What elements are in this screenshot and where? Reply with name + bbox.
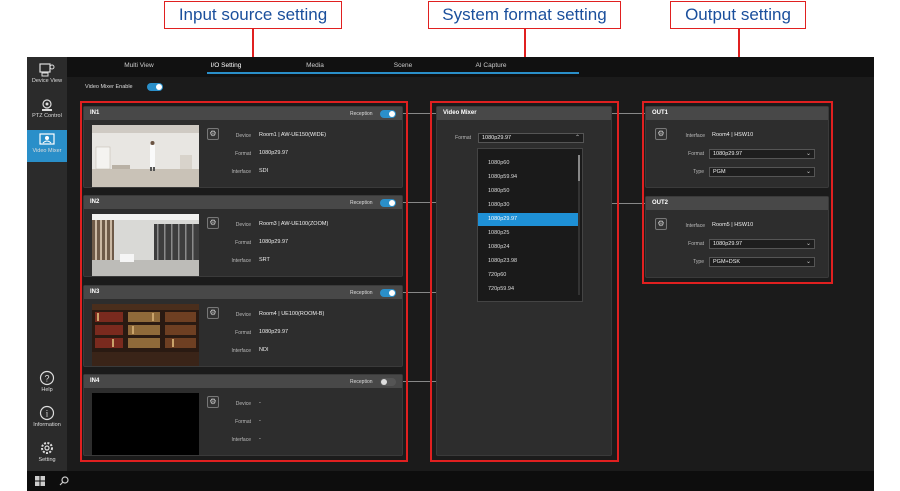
tab-io-setting[interactable]: I/O Setting [186, 62, 266, 69]
video-mixer-icon [39, 133, 55, 145]
ptz-camera-icon [42, 99, 52, 111]
tab-active-indicator [207, 72, 579, 74]
callout-input-source: Input source setting [164, 1, 342, 29]
tab-bar: Multi View I/O Setting Media Scene AI Ca… [67, 57, 874, 77]
sidebar-label-help: Help [41, 387, 53, 393]
highlight-output [642, 101, 833, 284]
video-mixer-enable-label: Video Mixer Enable [85, 84, 133, 90]
sidebar-item-setting[interactable]: Setting [27, 437, 67, 471]
sidebar-item-information[interactable]: i Information [27, 402, 67, 436]
sidebar-item-video-mixer[interactable]: Video Mixer [27, 130, 67, 162]
taskbar [27, 471, 874, 491]
sidebar-label-setting: Setting [38, 457, 56, 463]
search-icon[interactable] [59, 476, 69, 486]
device-view-icon [39, 63, 55, 77]
sidebar-label-information: Information [33, 422, 61, 428]
setting-gear-icon [41, 442, 53, 454]
tab-ai-capture[interactable]: AI Capture [451, 62, 531, 69]
help-icon: ? [39, 370, 55, 386]
tab-multi-view[interactable]: Multi View [99, 62, 179, 69]
video-mixer-enable-toggle[interactable] [147, 83, 163, 91]
windows-start-icon[interactable] [35, 476, 45, 486]
information-icon: i [39, 405, 55, 421]
sidebar-item-help[interactable]: ? Help [27, 367, 67, 401]
sidebar-label-device-view: Device View [31, 78, 63, 84]
tab-media[interactable]: Media [275, 62, 355, 69]
callout-system-format: System format setting [428, 1, 621, 29]
sidebar: Device View PTZ Control Video Mixer ? He… [27, 57, 67, 471]
sidebar-label-video-mixer: Video Mixer [32, 148, 62, 154]
svg-text:i: i [46, 409, 49, 419]
sidebar-item-device-view[interactable]: Device View [27, 60, 67, 94]
highlight-system-format [430, 101, 619, 462]
sidebar-label-ptz-control: PTZ Control [32, 113, 62, 119]
highlight-input-source [80, 101, 408, 462]
tab-scene[interactable]: Scene [363, 62, 443, 69]
svg-text:?: ? [44, 374, 49, 384]
sidebar-item-ptz-control[interactable]: PTZ Control [27, 95, 67, 129]
callout-output: Output setting [670, 1, 806, 29]
